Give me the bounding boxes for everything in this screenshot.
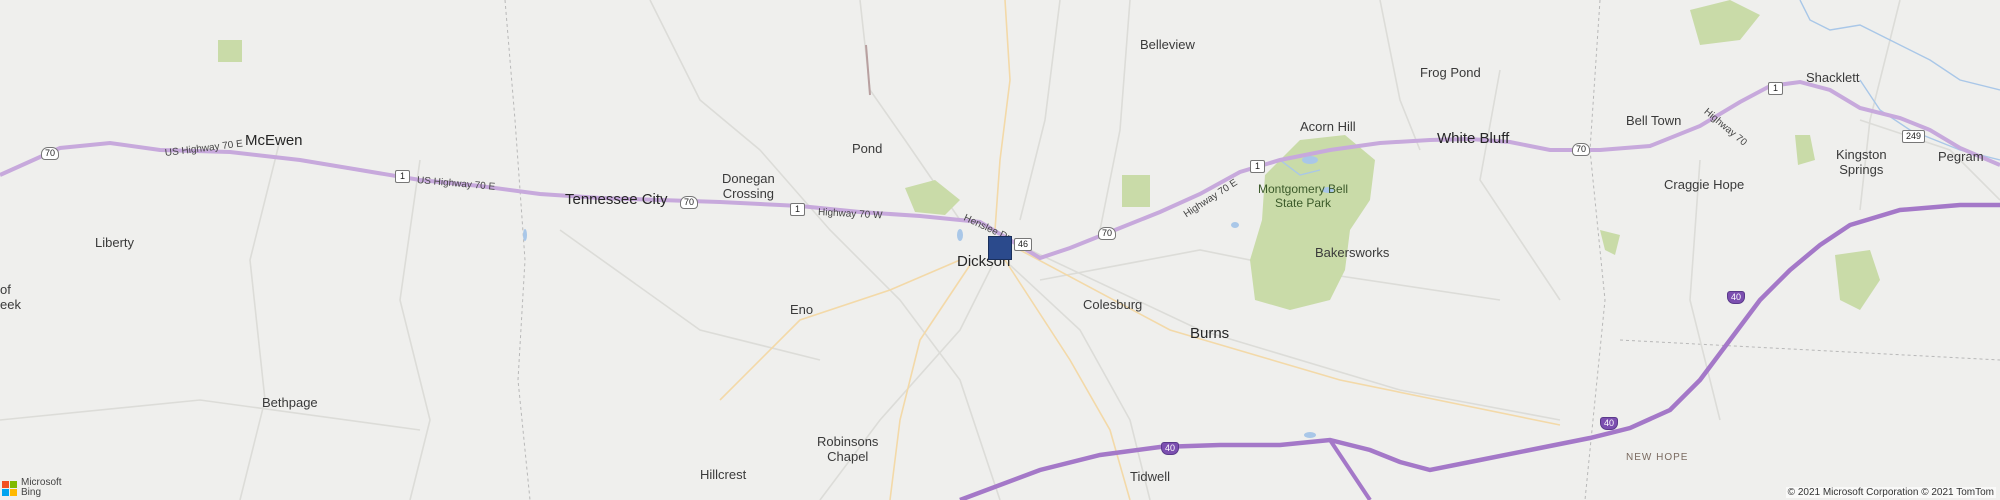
- logo-line-bing: Bing: [21, 487, 42, 498]
- county-line: [1619, 339, 2000, 361]
- place-acorn-hill: Acorn Hill: [1300, 119, 1356, 134]
- route-shield-70: 70: [41, 147, 60, 160]
- county-line: [504, 0, 531, 500]
- map-canvas[interactable]: McEwen Liberty of eek Bethpage Tennessee…: [0, 0, 2000, 500]
- place-new-hope: NEW HOPE: [1626, 452, 1689, 463]
- interstate-shield-40: 40: [1727, 291, 1746, 304]
- route-shield-70: 70: [1572, 143, 1591, 156]
- route-shield-1: 1: [1250, 160, 1265, 173]
- route-shield-1: 1: [395, 170, 410, 183]
- interstate-shield-40: 40: [1600, 417, 1619, 430]
- place-mcewen: McEwen: [245, 132, 303, 149]
- place-belleview: Belleview: [1140, 37, 1195, 52]
- place-of: of: [0, 282, 11, 297]
- place-pegram: Pegram: [1938, 149, 1984, 164]
- copyright-attribution[interactable]: © 2021 Microsoft Corporation © 2021 TomT…: [1785, 487, 1996, 498]
- route-shield-249: 249: [1902, 130, 1926, 143]
- place-donegan-crossing: Donegan Crossing: [722, 171, 775, 201]
- place-tennessee-city: Tennessee City: [565, 191, 668, 208]
- route-shield-1: 1: [790, 203, 805, 216]
- bing-logo[interactable]: Microsoft Bing: [2, 478, 62, 498]
- place-white-bluff: White Bluff: [1437, 130, 1510, 147]
- place-shacklett: Shacklett: [1806, 70, 1860, 85]
- place-eno: Eno: [790, 302, 814, 317]
- place-bakersworks: Bakersworks: [1315, 245, 1390, 260]
- place-bethpage: Bethpage: [262, 395, 318, 410]
- place-pond: Pond: [852, 141, 883, 156]
- place-liberty: Liberty: [95, 235, 135, 250]
- interstate-40: [959, 202, 2000, 500]
- runway: [865, 44, 871, 96]
- green-areas: [218, 0, 1880, 310]
- place-hillcrest: Hillcrest: [700, 467, 747, 482]
- place-montgomery-bell-state-park: Montgomery Bell State Park: [1258, 182, 1349, 210]
- location-pin-marker[interactable]: [988, 236, 1012, 260]
- route-shield-1: 1: [1768, 82, 1783, 95]
- place-bell-town: Bell Town: [1626, 113, 1682, 128]
- interstate-shield-40: 40: [1161, 442, 1180, 455]
- place-eek: eek: [0, 297, 21, 312]
- route-shield-70: 70: [1098, 227, 1117, 240]
- place-craggie-hope: Craggie Hope: [1664, 177, 1745, 192]
- place-robinsons-chapel: Robinsons Chapel: [817, 434, 879, 464]
- place-kingston-springs: Kingston Springs: [1836, 147, 1887, 177]
- route-shield-46: 46: [1014, 238, 1033, 251]
- place-frog-pond: Frog Pond: [1420, 65, 1481, 80]
- route-shield-70: 70: [680, 196, 699, 209]
- place-tidwell: Tidwell: [1130, 469, 1170, 484]
- microsoft-logo-icon: [2, 480, 17, 496]
- place-burns: Burns: [1190, 325, 1230, 342]
- place-colesburg: Colesburg: [1083, 297, 1143, 312]
